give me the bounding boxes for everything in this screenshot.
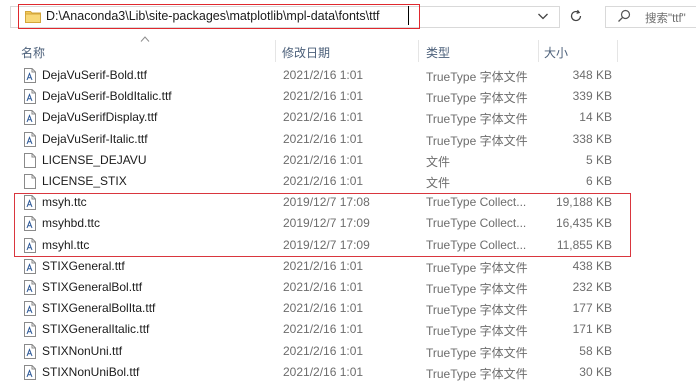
file-modified-date: 2021/2/16 1:01 [283,152,364,167]
font-file-icon [24,258,36,274]
file-row[interactable]: STIXNonUniBol.ttf 2021/2/16 1:01 TrueType … [0,362,696,383]
file-name: DejaVuSerifDisplay.ttf [42,110,158,125]
file-type: TrueType 字体文件 [426,70,528,84]
file-row[interactable]: STIXGeneralItalic.ttf 2021/2/16 1:01 TrueT… [0,319,696,340]
file-modified-date: 2021/2/16 1:01 [283,364,364,379]
column-header-type[interactable]: 类型 [426,44,450,61]
file-type: 文件 [426,176,451,190]
generic-file-icon [24,174,36,189]
file-type: TrueType 字体文件 [426,345,528,360]
file-type: TrueType 字体文件 [426,303,528,318]
file-size: 5 KB [585,152,612,167]
file-row[interactable]: STIXGeneralBolIta.ttf 2021/2/16 1:01 TrueT… [0,298,696,319]
column-header-size[interactable]: 大小 [544,44,568,61]
font-file-icon [24,110,36,126]
file-name: STIXNonUniBol.ttf [42,364,140,379]
refresh-icon[interactable] [568,8,584,24]
file-row[interactable]: LICENSE_STIX 2021/2/16 1:01 文件 6 KB [0,171,696,192]
file-name: STIXGeneralBolIta.ttf [42,301,156,316]
file-row[interactable]: STIXGeneralBol.ttf 2021/2/16 1:01 TrueType… [0,277,696,298]
file-size: 14 KB [579,110,612,125]
file-name: LICENSE_STIX [42,174,127,188]
file-name: STIXGeneralItalic.ttf [42,322,150,337]
file-size: 438 KB [572,258,612,273]
file-type: TrueType 字体文件 [426,260,528,275]
file-row[interactable]: STIXGeneral.ttf 2021/2/16 1:01 TrueType 字体… [0,256,696,277]
file-modified-date: 2021/2/16 1:01 [283,131,364,146]
file-size: 232 KB [572,280,612,294]
file-type: TrueType 字体文件 [426,91,528,106]
file-size: 6 KB [585,174,612,188]
address-highlight-box [18,4,420,29]
file-name: DejaVuSerif-Bold.ttf [42,68,147,82]
file-name: STIXGeneral.ttf [42,258,125,273]
search-icon [618,9,631,22]
file-modified-date: 2021/2/16 1:01 [283,280,364,294]
file-modified-date: 2021/2/16 1:01 [283,89,364,104]
chevron-down-icon[interactable] [537,11,549,21]
font-file-icon [24,280,36,295]
file-name: LICENSE_DEJAVU [42,152,147,167]
font-file-icon [24,131,36,147]
column-header-name[interactable]: 名称 [21,44,45,61]
file-modified-date: 2021/2/16 1:01 [283,322,364,337]
font-file-icon [24,89,36,105]
column-divider[interactable] [275,40,276,62]
file-row[interactable]: DejaVuSerif-BoldItalic.ttf 2021/2/16 1:01… [0,86,696,107]
file-name: DejaVuSerif-Italic.ttf [42,131,148,146]
font-file-icon [24,343,36,359]
file-modified-date: 2021/2/16 1:01 [283,174,364,188]
file-type: TrueType 字体文件 [426,133,528,148]
rows-highlight-box [14,193,631,257]
file-type: TrueType 字体文件 [426,112,528,127]
file-name: STIXGeneralBol.ttf [42,280,143,294]
font-file-icon [24,322,36,338]
file-size: 58 KB [579,343,612,358]
search-placeholder: 搜索"ttf" [645,13,686,25]
file-size: 30 KB [579,364,612,379]
file-size: 177 KB [572,301,612,316]
file-size: 339 KB [572,89,612,104]
font-file-icon [24,364,36,380]
column-divider[interactable] [538,40,539,62]
font-file-icon [24,68,36,83]
file-row[interactable]: LICENSE_DEJAVU 2021/2/16 1:01 文件 5 KB [0,150,696,171]
address-bar-row: D:\Anaconda3\Lib\site-packages\matplotli… [0,0,696,36]
file-row[interactable]: DejaVuSerif-Bold.ttf 2021/2/16 1:01 TrueTy… [0,65,696,86]
column-header-row: 名称 修改日期 类型 大小 [0,40,696,62]
generic-file-icon [24,152,36,168]
file-name: STIXNonUni.ttf [42,343,123,358]
file-modified-date: 2021/2/16 1:01 [283,343,364,358]
file-row[interactable]: DejaVuSerifDisplay.ttf 2021/2/16 1:01 True… [0,107,696,128]
file-type: TrueType 字体文件 [426,282,528,296]
column-divider[interactable] [617,40,618,62]
file-row[interactable]: DejaVuSerif-Italic.ttf 2021/2/16 1:01 True… [0,129,696,150]
file-size: 171 KB [572,322,612,337]
file-type: 文件 [426,154,451,169]
file-row[interactable]: STIXNonUni.ttf 2021/2/16 1:01 TrueType 字体文… [0,341,696,362]
file-modified-date: 2021/2/16 1:01 [283,301,364,316]
file-name: DejaVuSerif-BoldItalic.ttf [42,89,172,104]
file-modified-date: 2021/2/16 1:01 [283,68,364,82]
file-modified-date: 2021/2/16 1:01 [283,258,364,273]
file-size: 338 KB [572,131,612,146]
font-file-icon [24,301,36,317]
file-size: 348 KB [572,68,612,82]
file-type: TrueType 字体文件 [426,324,528,339]
file-modified-date: 2021/2/16 1:01 [283,110,364,125]
column-header-date[interactable]: 修改日期 [282,44,330,61]
file-type: TrueType 字体文件 [426,366,528,381]
column-divider[interactable] [418,40,419,62]
